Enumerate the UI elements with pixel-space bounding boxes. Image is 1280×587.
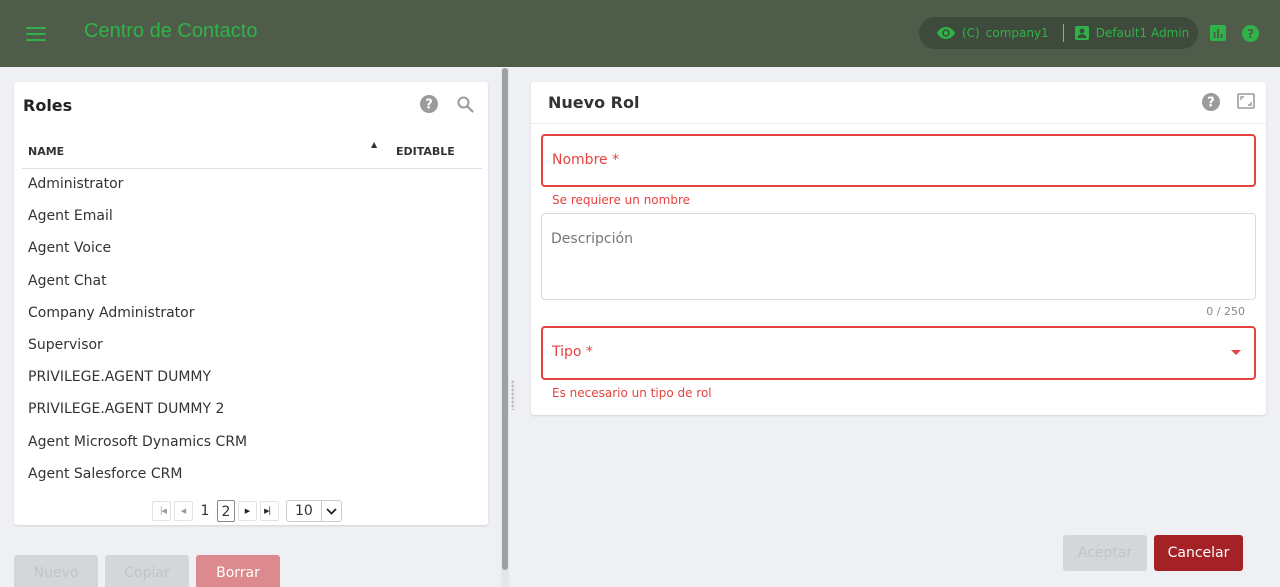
panel-splitter[interactable] — [501, 68, 515, 587]
dropdown-arrow-icon — [1231, 350, 1241, 355]
table-header: NAME ▲ EDITABLE — [22, 138, 482, 169]
cancel-button[interactable]: Cancelar — [1154, 535, 1243, 571]
user-card-icon — [1074, 26, 1089, 40]
tipo-label: Tipo * — [552, 344, 593, 360]
company-name: company1 — [985, 26, 1049, 40]
menu-icon[interactable] — [26, 27, 46, 41]
table-row[interactable]: Agent Voice — [22, 232, 482, 264]
tipo-error: Es necesario un tipo de rol — [552, 386, 712, 400]
table-row[interactable]: Administrator — [22, 168, 482, 200]
search-icon[interactable] — [457, 96, 474, 113]
new-role-form: Nuevo Rol ? Nombre * Se requiere un nomb… — [531, 82, 1266, 415]
copy-role-button[interactable]: Copiar — [105, 555, 189, 587]
svg-text:?: ? — [1247, 27, 1254, 41]
app-title: Centro de Contacto — [84, 20, 258, 42]
context-label: (C) — [962, 26, 980, 40]
table-row[interactable]: Agent Microsoft Dynamics CRM — [22, 426, 482, 458]
svg-text:?: ? — [425, 98, 433, 113]
table-row[interactable]: PRIVILEGE.AGENT DUMMY 2 — [22, 393, 482, 425]
delete-role-button[interactable]: Borrar — [196, 555, 280, 587]
help-icon[interactable]: ? — [1242, 25, 1259, 42]
page-size-select[interactable]: 10 — [286, 500, 342, 522]
first-page-icon[interactable]: ▕◀ — [152, 501, 171, 521]
sort-asc-icon[interactable]: ▲ — [371, 140, 377, 149]
table-row[interactable]: Agent Email — [22, 200, 482, 232]
chevron-down-icon — [321, 501, 341, 521]
char-counter: 0 / 250 — [1206, 305, 1245, 318]
last-page-icon[interactable]: ▶▏ — [260, 501, 279, 521]
nombre-field[interactable]: Nombre * — [541, 134, 1256, 187]
column-name-header[interactable]: NAME — [28, 145, 64, 158]
new-role-button[interactable]: Nuevo — [14, 555, 98, 587]
next-page-icon[interactable]: ▶ — [238, 501, 257, 521]
form-title: Nuevo Rol — [548, 93, 640, 112]
table-row[interactable]: Supervisor — [22, 329, 482, 361]
prev-page-icon[interactable]: ◀ — [174, 501, 193, 521]
nombre-error: Se requiere un nombre — [552, 193, 691, 207]
table-row[interactable]: Agent Salesforce CRM — [22, 458, 482, 490]
divider — [531, 123, 1266, 124]
tipo-select[interactable]: Tipo * — [541, 326, 1256, 380]
panel-title: Roles — [23, 96, 73, 115]
expand-icon[interactable] — [1237, 93, 1255, 109]
top-bar: Centro de Contacto (C) company1 Default1… — [0, 0, 1280, 67]
nombre-label: Nombre * — [552, 152, 620, 168]
roles-list: Administrator Agent Email Agent Voice Ag… — [22, 168, 482, 490]
page-1[interactable]: 1 — [196, 500, 214, 522]
table-row[interactable]: PRIVILEGE.AGENT DUMMY — [22, 361, 482, 393]
divider — [1062, 24, 1064, 42]
page-2[interactable]: 2 — [217, 500, 235, 522]
context-selector[interactable]: (C) company1 Default1 Admin — [919, 17, 1198, 49]
table-row[interactable]: Company Administrator — [22, 297, 482, 329]
resize-grip[interactable] — [511, 380, 515, 410]
accept-button[interactable]: Aceptar — [1063, 535, 1147, 571]
eye-icon — [937, 27, 955, 39]
svg-text:?: ? — [1207, 96, 1215, 111]
page-size-value: 10 — [295, 503, 313, 519]
help-icon[interactable]: ? — [420, 95, 438, 113]
roles-panel: Roles ? NAME ▲ EDITABLE Administrator Ag… — [14, 82, 488, 525]
descripcion-field[interactable]: Descripción — [541, 213, 1256, 300]
table-row[interactable]: Agent Chat — [22, 265, 482, 297]
descripcion-label: Descripción — [551, 231, 633, 247]
scrollbar-thumb[interactable] — [502, 68, 508, 570]
help-icon[interactable]: ? — [1202, 93, 1220, 111]
column-editable-header[interactable]: EDITABLE — [396, 145, 455, 158]
user-name: Default1 Admin — [1095, 26, 1190, 40]
pagination: ▕◀ ◀ 1 2 ▶ ▶▏ 10 — [152, 500, 342, 522]
report-icon[interactable] — [1210, 25, 1226, 41]
